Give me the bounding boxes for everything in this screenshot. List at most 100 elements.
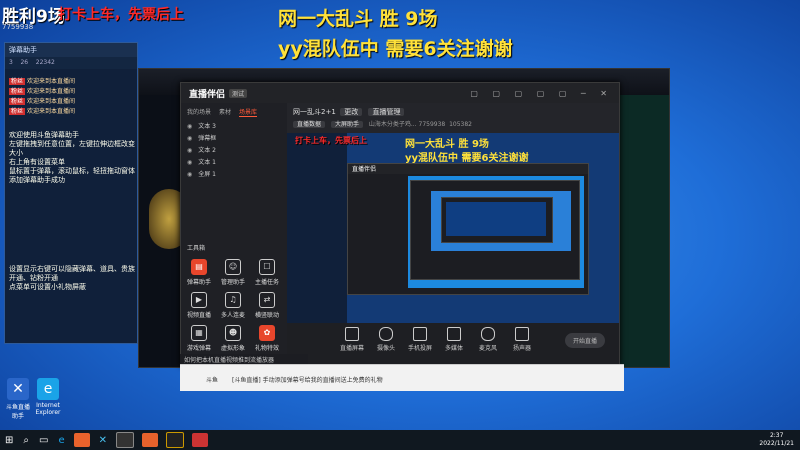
tool-manager[interactable]: ☺ 管理助手: [219, 259, 247, 286]
windows-start-icon[interactable]: ⊞: [5, 435, 13, 446]
system-line: 右上角有设置菜单: [9, 158, 65, 166]
game-task-icon[interactable]: [166, 432, 184, 448]
game-danmaku-icon: ▦: [191, 325, 207, 341]
speaker-icon: [515, 327, 529, 341]
search-icon[interactable]: ⌕: [23, 435, 29, 446]
fans-count: 105382: [449, 121, 472, 128]
source-buttons: 直播屏幕 摄像头 手机投屏 多媒体 麦克风 扬声器: [337, 327, 537, 352]
tool-avatar[interactable]: ☻ 虚拟形象: [219, 325, 247, 352]
eye-icon: ◉: [187, 135, 193, 142]
fans-count: 26: [20, 59, 29, 66]
douyu-task-icon[interactable]: ✕: [99, 435, 107, 446]
nested-preview: [408, 176, 584, 288]
chat-message: 粉丝 欢迎来到本直播间: [9, 78, 76, 85]
source-mic[interactable]: 麦克风: [473, 327, 503, 352]
scene-item[interactable]: ◉ 文本 2: [181, 145, 287, 157]
browser-tab-title[interactable]: 斗鱼: [206, 375, 218, 384]
scene-item[interactable]: ◉ 文本 1: [181, 157, 287, 169]
gift-icon: ✿: [259, 325, 275, 341]
taskbar: ⊞ ⌕ ▭ e ✕ 2:37 2022/11/21: [0, 430, 800, 450]
tool-video[interactable]: ▶ 视频直播: [185, 292, 213, 319]
app-task-icon[interactable]: [116, 432, 134, 448]
eye-icon: ◉: [187, 159, 193, 166]
browser-window[interactable]: 斗鱼 [斗鱼直播] 手动添加弹幕号给我的直播间送上免费的礼物: [180, 364, 624, 391]
desktop-icon-ie[interactable]: e Internet Explorer: [34, 378, 62, 416]
chat-title: 弹幕助手: [5, 43, 137, 57]
tool-gift[interactable]: ✿ 礼物特效: [253, 325, 281, 352]
desktop-icon-douyu[interactable]: ✕ 斗鱼直播助手: [4, 378, 32, 420]
big-screen-button[interactable]: 大屏助手: [330, 121, 363, 128]
room-info: 山海木分类子鸡... 7759938: [368, 121, 446, 128]
source-camera[interactable]: 摄像头: [371, 327, 401, 352]
nested-window-level3: [410, 180, 580, 280]
chat-message: 粉丝 欢迎来到本直播间: [9, 108, 76, 115]
source-media[interactable]: 多媒体: [439, 327, 469, 352]
app-task-icon[interactable]: [73, 433, 90, 447]
system-line: 点菜单可设置小礼物屏蔽: [9, 283, 86, 291]
mic-icon: [481, 327, 495, 341]
nested-window-level4: [441, 197, 553, 243]
scene-item[interactable]: ◉ 全屏 1: [181, 169, 287, 181]
nested-core: [446, 202, 546, 236]
nested-preview-level3: [431, 191, 571, 251]
chat-message: 粉丝 欢迎来到本直播间: [9, 88, 76, 95]
live-preview: 打卡上车，先票后上 网一大乱斗 胜 9场 yy混队伍中 需要6关注谢谢 直播伴侣: [287, 133, 619, 323]
recorder-titlebar: 直播伴侣 测试 ▢ ▢ ▢ ▢ ▢ ─ ✕: [181, 83, 619, 103]
overlay-line2: yy混队伍中 需要6关注谢谢: [278, 38, 513, 60]
live-recorder-window[interactable]: 直播伴侣 测试 ▢ ▢ ▢ ▢ ▢ ─ ✕ 我的场景 素材 场景库 ◉ 文本 3 …: [180, 82, 620, 366]
tool-multi-mic[interactable]: ♫ 多人连麦: [219, 292, 247, 319]
preview-red-banner: 打卡上车，先票后上: [295, 136, 367, 145]
source-toolbar: 直播屏幕 摄像头 手机投屏 多媒体 麦克风 扬声器 开始直播: [287, 323, 619, 365]
system-line: 左键拖拽到任意位置，左键拉伸边框改变大小: [9, 140, 135, 157]
window-controls[interactable]: ▢ ▢ ▢ ▢ ▢ ─ ✕: [470, 89, 613, 98]
danmaku-icon: ▤: [191, 259, 207, 275]
scene-tabs: 我的场景 素材 场景库: [181, 103, 287, 121]
tab-my-scenes[interactable]: 我的场景: [187, 107, 211, 117]
browser-task-icon[interactable]: e: [58, 435, 64, 446]
danmaku-chat-panel[interactable]: 弹幕助手 3 26 22342 粉丝 欢迎来到本直播间 粉丝 欢迎来到本直播间 粉丝…: [4, 42, 138, 344]
start-live-button[interactable]: 开始直播: [564, 333, 605, 348]
toolbox-title: 工具箱: [187, 245, 206, 252]
scene-item[interactable]: ◉ 文本 3: [181, 121, 287, 133]
overlay-red-banner: 打卡上车，先票后上: [58, 7, 184, 23]
link-icon: ⇄: [259, 292, 275, 308]
overlay-streamer-id: 7759938: [2, 23, 34, 31]
tool-danmaku[interactable]: ▤ 弹幕助手: [185, 259, 213, 286]
tab-material[interactable]: 素材: [219, 107, 231, 117]
nested-logo: 直播伴侣: [348, 164, 588, 174]
source-phone[interactable]: 手机投屏: [405, 327, 435, 352]
task-view-icon[interactable]: ▭: [39, 435, 48, 446]
scene-sidebar: 我的场景 素材 场景库 ◉ 文本 3 ◉ 弹幕框 ◉ 文本 2 ◉ 文本 1 ◉ 全屏 1…: [181, 103, 288, 365]
eye-icon: ◉: [187, 123, 193, 130]
douyu-icon: ✕: [7, 378, 29, 400]
video-icon: ▶: [191, 292, 207, 308]
live-data-button[interactable]: 直播数据: [293, 121, 326, 128]
preview-line2: yy混队伍中 需要6关注谢谢: [405, 153, 529, 164]
recorder-logo: 直播伴侣: [189, 89, 226, 100]
source-speaker[interactable]: 扬声器: [507, 327, 537, 352]
tool-link[interactable]: ⇄ 横竖联动: [253, 292, 281, 319]
system-line: 欢迎使用斗鱼弹幕助手: [9, 131, 79, 139]
preview-chat-panel: [287, 133, 347, 323]
scene-item[interactable]: ◉ 弹幕框: [181, 133, 287, 145]
phone-icon: [413, 327, 427, 341]
source-screen[interactable]: 直播屏幕: [337, 327, 367, 352]
clock[interactable]: 2:37 2022/11/21: [759, 432, 794, 448]
tab-scene-library[interactable]: 场景库: [239, 107, 258, 117]
live-manage-button[interactable]: 直播管理: [368, 108, 405, 116]
app-task-icon[interactable]: [192, 433, 208, 447]
system-line: 添加弹幕助手成功: [9, 176, 65, 184]
toolbox-grid: ▤ 弹幕助手 ☺ 管理助手 ☐ 主播任务 ▶ 视频直播 ♫ 多人连麦 ⇄ 横竖联动 ▦ 游戏弹…: [185, 259, 285, 352]
media-icon: [447, 327, 461, 341]
tool-game-danmaku[interactable]: ▦ 游戏弹幕: [185, 325, 213, 352]
app-task-icon[interactable]: [142, 433, 158, 447]
clock-time: 2:37: [769, 432, 784, 439]
online-count: 3: [9, 59, 13, 66]
eye-icon: ◉: [187, 147, 193, 154]
tool-task[interactable]: ☐ 主播任务: [253, 259, 281, 286]
clock-date: 2022/11/21: [759, 440, 794, 447]
multi-mic-icon: ♫: [225, 292, 241, 308]
screen-icon: [345, 327, 359, 341]
avatar-icon: ☻: [225, 325, 241, 341]
edit-button[interactable]: 更改: [340, 108, 363, 116]
